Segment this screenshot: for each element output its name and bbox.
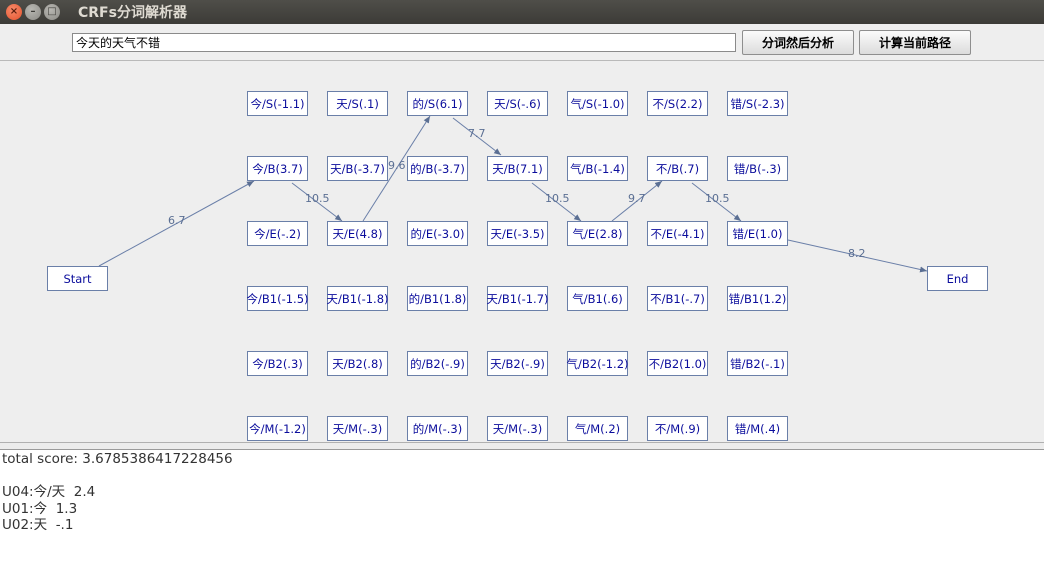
lattice-node[interactable]: 天/E(-3.5)	[487, 221, 548, 246]
lattice-node[interactable]: 今/E(-.2)	[247, 221, 308, 246]
edge-label: 8.2	[848, 247, 866, 260]
edge-label: 6.7	[168, 214, 186, 227]
lattice-node[interactable]: 不/M(.9)	[647, 416, 708, 441]
window-titlebar: × – □ CRFs分词解析器	[0, 0, 1044, 24]
segment-analyze-button[interactable]: 分词然后分析	[742, 30, 854, 55]
lattice-node[interactable]: 天/B(-3.7)	[327, 156, 388, 181]
lattice-node[interactable]: 天/B2(.8)	[327, 351, 388, 376]
output-line: total score: 3.6785386417228456	[2, 451, 233, 467]
lattice-node[interactable]: 今/B2(.3)	[247, 351, 308, 376]
lattice-node[interactable]: 气/M(.2)	[567, 416, 628, 441]
compute-path-button[interactable]: 计算当前路径	[859, 30, 971, 55]
maximize-window-icon[interactable]: □	[44, 4, 60, 20]
edge-label: 7.7	[468, 127, 486, 140]
lattice-canvas: 今/S(-1.1) 今/B(3.7) 今/E(-.2) 今/B1(-1.5) 今/B2(…	[0, 62, 1044, 442]
lattice-node[interactable]: 气/B1(.6)	[567, 286, 628, 311]
start-node[interactable]: Start	[47, 266, 108, 291]
lattice-node[interactable]: 不/B2(1.0)	[647, 351, 708, 376]
lattice-node[interactable]: 今/S(-1.1)	[247, 91, 308, 116]
lattice-node[interactable]: 气/B(-1.4)	[567, 156, 628, 181]
lattice-node[interactable]: 今/M(-1.2)	[247, 416, 308, 441]
lattice-node[interactable]: 天/B2(-.9)	[487, 351, 548, 376]
lattice-node[interactable]: 不/B1(-.7)	[647, 286, 708, 311]
lattice-node[interactable]: 气/B2(-1.2)	[567, 351, 629, 376]
edge-label: 10.5	[305, 192, 330, 205]
lattice-node[interactable]: 不/E(-4.1)	[647, 221, 708, 246]
lattice-node[interactable]: 天/M(-.3)	[327, 416, 388, 441]
edge-label: 9.7	[628, 192, 646, 205]
lattice-node[interactable]: 不/S(2.2)	[647, 91, 708, 116]
lattice-node[interactable]: 的/B1(1.8)	[407, 286, 468, 311]
minimize-window-icon[interactable]: –	[25, 4, 41, 20]
output-line: U04:今/天 2.4	[2, 484, 96, 500]
lattice-node[interactable]: 天/B(7.1)	[487, 156, 548, 181]
edge-label: 9.6	[388, 159, 406, 172]
lattice-node[interactable]: 气/S(-1.0)	[567, 91, 628, 116]
toolbar: 分词然后分析 计算当前路径	[0, 24, 1044, 61]
lattice-node[interactable]: 错/S(-2.3)	[727, 91, 788, 116]
lattice-node[interactable]: 今/B1(-1.5)	[247, 286, 309, 311]
lattice-node[interactable]: 的/E(-3.0)	[407, 221, 468, 246]
window-title: CRFs分词解析器	[78, 5, 187, 21]
lattice-node[interactable]: 气/E(2.8)	[567, 221, 628, 246]
lattice-node[interactable]: 天/M(-.3)	[487, 416, 548, 441]
lattice-node[interactable]: 天/E(4.8)	[327, 221, 388, 246]
lattice-node[interactable]: 天/B1(-1.8)	[327, 286, 389, 311]
lattice-edges	[98, 115, 928, 273]
lattice-node[interactable]: 错/E(1.0)	[727, 221, 788, 246]
output-line: U02:天 -.1	[2, 517, 74, 533]
output-line: U01:今 1.3	[2, 500, 78, 517]
lattice-node[interactable]: 的/S(6.1)	[407, 91, 468, 116]
output-textarea[interactable]: total score: 3.6785386417228456 U04:今/天 2…	[0, 449, 1044, 585]
lattice-node[interactable]: 的/B(-3.7)	[407, 156, 468, 181]
lattice-node[interactable]: 错/B2(-.1)	[727, 351, 788, 376]
lattice-node[interactable]: 不/B(.7)	[647, 156, 708, 181]
edge-label: 10.5	[705, 192, 730, 205]
lattice-node[interactable]: 天/S(-.6)	[487, 91, 548, 116]
lattice-node[interactable]: 天/S(.1)	[327, 91, 388, 116]
edge-label: 10.5	[545, 192, 570, 205]
lattice-node[interactable]: 错/B(-.3)	[727, 156, 788, 181]
close-window-icon[interactable]: ×	[6, 4, 22, 20]
lattice-node[interactable]: 的/M(-.3)	[407, 416, 468, 441]
pane-splitter[interactable]	[0, 442, 1044, 449]
lattice-node[interactable]: 的/B2(-.9)	[407, 351, 468, 376]
lattice-node[interactable]: 错/B1(1.2)	[727, 286, 788, 311]
end-node[interactable]: End	[927, 266, 988, 291]
lattice-node[interactable]: 天/B1(-1.7)	[487, 286, 549, 311]
lattice-node[interactable]: 错/M(.4)	[727, 416, 788, 441]
lattice-node[interactable]: 今/B(3.7)	[247, 156, 308, 181]
sentence-input[interactable]	[72, 33, 736, 52]
